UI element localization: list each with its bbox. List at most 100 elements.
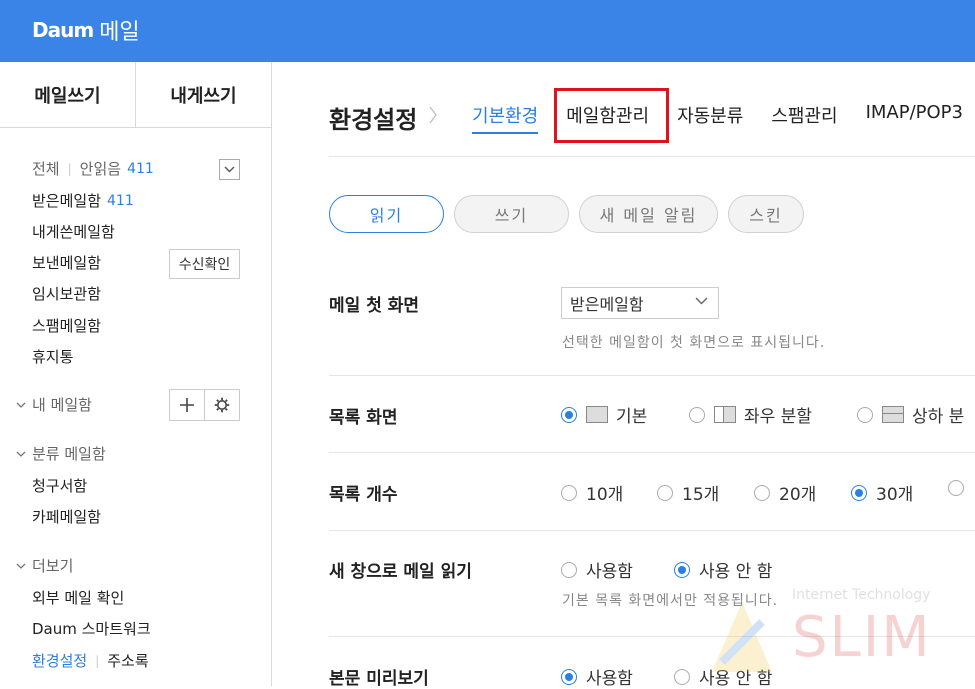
list-count-15-option[interactable]: 15개 — [657, 480, 719, 505]
sidebar-item-spam[interactable]: 스팸메일함 — [32, 315, 101, 336]
chevron-down-icon — [224, 166, 235, 173]
subtab-read[interactable]: 읽기 — [329, 195, 444, 233]
radio[interactable] — [561, 484, 577, 501]
brand-logo: Daum — [32, 18, 94, 42]
layout-horizontal-split-icon — [882, 406, 904, 423]
radio-selected[interactable] — [674, 561, 690, 578]
list-view-basic-option[interactable]: 기본 — [561, 402, 647, 427]
list-count-20-option[interactable]: 20개 — [754, 480, 816, 505]
radio[interactable] — [754, 484, 770, 501]
list-view-vertical-split-option[interactable]: 좌우 분할 — [689, 402, 812, 427]
settings-tabs: 기본환경 메일함관리 자동분류 스팸관리 IMAP/POP3 — [472, 102, 975, 134]
more-label: 더보기 — [32, 557, 74, 575]
sidebar-item-drafts[interactable]: 임시보관함 — [32, 283, 101, 304]
list-count-10-option[interactable]: 10개 — [561, 480, 623, 505]
sidebar-item-label: 청구서함 — [32, 477, 88, 495]
plus-icon — [180, 398, 194, 412]
sidebar-item-label: 휴지통 — [32, 348, 74, 366]
preview-off-option[interactable]: 사용 안 함 — [674, 664, 772, 689]
radio[interactable] — [561, 561, 577, 578]
chevron-down-icon — [16, 402, 26, 408]
my-folders-actions — [169, 389, 240, 421]
sidebar-item-label: 외부 메일 확인 — [32, 589, 125, 607]
layout-basic-icon — [586, 406, 608, 423]
settings-link[interactable]: 환경설정 — [32, 650, 87, 671]
option-label: 사용함 — [586, 562, 633, 582]
subtab-skin[interactable]: 스킨 — [728, 195, 804, 233]
sidebar-item-cafe[interactable]: 카페메일함 — [32, 506, 101, 527]
first-screen-select[interactable]: 받은메일함 — [561, 287, 719, 319]
radio-selected[interactable] — [561, 406, 577, 423]
compose-self-button[interactable]: 내게쓰기 — [136, 62, 271, 127]
radio[interactable] — [857, 406, 873, 423]
sidebar-item-inbox[interactable]: 받은메일함 411 — [32, 190, 134, 211]
filter-unread[interactable]: 안읽음 — [80, 158, 121, 179]
chevron-down-icon — [695, 297, 708, 305]
sidebar-item-sent[interactable]: 보낸메일함 — [32, 252, 101, 273]
list-view-horizontal-split-option[interactable]: 상하 분 — [857, 402, 964, 427]
sidebar-item-label: Daum 스마트워크 — [32, 620, 151, 638]
filter-all[interactable]: 전체 — [32, 158, 60, 179]
option-label: 사용 안 함 — [699, 562, 773, 582]
divider — [329, 452, 975, 453]
new-window-off-option[interactable]: 사용 안 함 — [674, 557, 772, 582]
sidebar-item-bills[interactable]: 청구서함 — [32, 475, 87, 496]
subtab-new-mail-alert[interactable]: 새 메일 알림 — [579, 195, 718, 233]
radio[interactable] — [657, 484, 673, 501]
first-screen-selected: 받은메일함 — [570, 295, 644, 314]
top-bar: Daum 메일 — [0, 0, 975, 62]
radio[interactable] — [674, 668, 690, 685]
tab-basic[interactable]: 기본환경 — [472, 102, 539, 134]
sidebar-item-smartwork[interactable]: Daum 스마트워크 — [32, 618, 151, 639]
unread-count: 411 — [127, 160, 154, 177]
subtab-write[interactable]: 쓰기 — [454, 195, 569, 233]
preview-on-option[interactable]: 사용함 — [561, 664, 633, 689]
watermark-title: SLIM — [792, 605, 932, 670]
folder-dropdown-toggle[interactable] — [219, 159, 240, 180]
list-count-label: 목록 개수 — [329, 485, 398, 505]
sidebar-item-self-sent[interactable]: 내게쓴메일함 — [32, 221, 115, 242]
list-count-more-option[interactable] — [948, 480, 973, 496]
more-toggle[interactable]: 더보기 — [16, 555, 73, 576]
folder-settings-button[interactable] — [205, 390, 239, 420]
option-label: 20개 — [779, 485, 817, 505]
first-screen-hint: 선택한 메일함이 첫 화면으로 표시됩니다. — [562, 335, 826, 351]
divider: | — [95, 653, 100, 668]
new-window-on-option[interactable]: 사용함 — [561, 557, 633, 582]
highlight-box — [554, 88, 669, 143]
my-folders-toggle[interactable]: 내 메일함 — [16, 394, 92, 415]
sidebar-bottom-links: 환경설정 | 주소록 — [32, 650, 149, 671]
daum-mail-logo[interactable]: Daum 메일 — [32, 14, 140, 46]
radio[interactable] — [948, 480, 964, 496]
sidebar-item-external-mail[interactable]: 외부 메일 확인 — [32, 587, 124, 608]
new-window-hint: 기본 목록 화면에서만 적용됩니다. — [562, 593, 779, 609]
radio[interactable] — [689, 406, 705, 423]
divider — [329, 636, 975, 637]
first-screen-label: 메일 첫 화면 — [329, 296, 420, 316]
contacts-link[interactable]: 주소록 — [107, 650, 148, 671]
list-view-label: 목록 화면 — [329, 408, 398, 428]
chevron-down-icon — [16, 451, 26, 457]
tab-spam[interactable]: 스팸관리 — [771, 102, 837, 134]
sidebar-item-label: 스팸메일함 — [32, 317, 102, 335]
radio-selected[interactable] — [851, 484, 867, 501]
divider — [329, 156, 975, 157]
watermark-subtitle: Internet Technology — [792, 587, 931, 603]
read-receipt-button[interactable]: 수신확인 — [169, 249, 240, 279]
compose-button[interactable]: 메일쓰기 — [0, 62, 136, 127]
new-window-label: 새 창으로 메일 읽기 — [329, 562, 472, 582]
divider: | — [67, 161, 72, 176]
sidebar-item-label: 카페메일함 — [32, 508, 102, 526]
chevron-down-icon — [16, 563, 26, 569]
filter-row: 전체 | 안읽음 411 — [32, 158, 154, 179]
option-label: 상하 분 — [912, 407, 965, 427]
radio-selected[interactable] — [561, 668, 577, 685]
settings-main: 환경설정 기본환경 메일함관리 자동분류 스팸관리 IMAP/POP3 읽기 쓰… — [272, 62, 975, 689]
sidebar-item-trash[interactable]: 휴지통 — [32, 346, 73, 367]
list-count-30-option[interactable]: 30개 — [851, 480, 913, 505]
tab-imap-pop3[interactable]: IMAP/POP3 — [866, 102, 963, 134]
tab-auto-sort[interactable]: 자동분류 — [677, 102, 743, 134]
category-folders-toggle[interactable]: 분류 메일함 — [16, 443, 106, 464]
add-folder-button[interactable] — [170, 390, 205, 420]
sidebar-item-label: 내게쓴메일함 — [32, 223, 115, 241]
